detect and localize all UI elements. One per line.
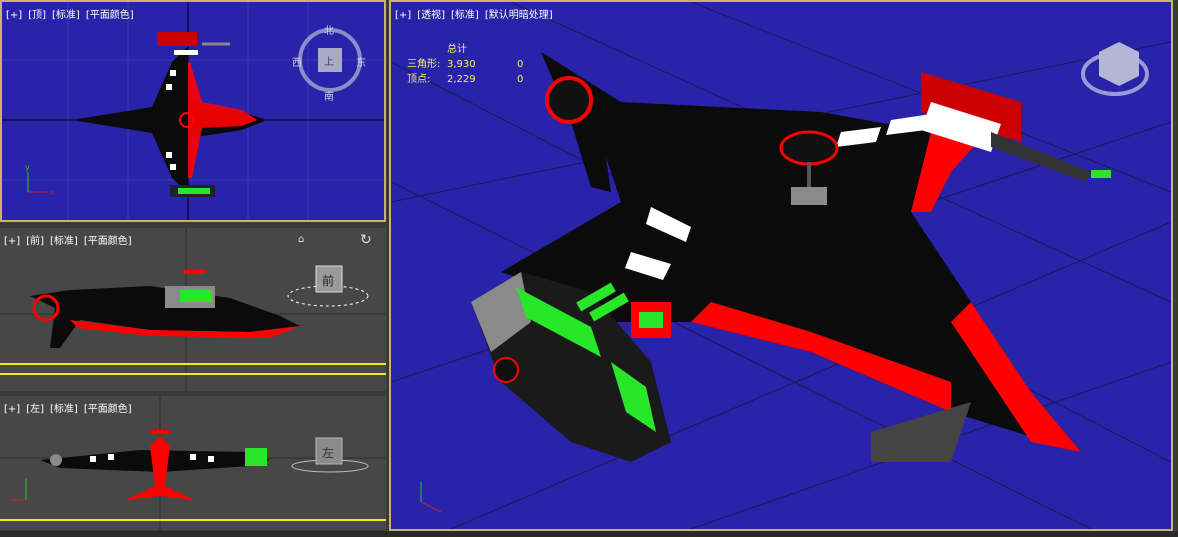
viewport-left[interactable]: [+] [左] [标准] [平面颜色] 左 xyxy=(0,396,386,530)
home-icon[interactable]: ⌂ xyxy=(298,234,304,245)
top-viewport-label[interactable]: [+] [顶] [标准] [平面颜色] xyxy=(6,6,140,21)
perspective-viewport-label[interactable]: [+] [透视] [标准] [默认明暗处理] xyxy=(395,6,559,21)
stats-row-triangles: 三角形: 3,930 0 xyxy=(407,59,524,70)
shading-standard[interactable]: [标准] xyxy=(50,236,78,247)
stats-row-vertices: 顶点: 2,229 0 xyxy=(407,74,524,85)
viewcube-left-face[interactable]: 左 xyxy=(322,444,334,461)
plus-menu[interactable]: [+] xyxy=(4,236,20,247)
left-view-scene xyxy=(0,396,386,530)
stats-header: 总计 xyxy=(447,44,467,55)
svg-text:x: x xyxy=(50,188,55,197)
viewcube-face[interactable]: 上 xyxy=(324,53,334,68)
shading-mode[interactable]: [平面颜色] xyxy=(86,10,134,21)
bottom-divider xyxy=(0,531,1178,537)
view-label[interactable]: [透视] xyxy=(417,10,445,21)
compass-east: 东 xyxy=(356,58,366,69)
ship-perspective-model xyxy=(471,52,1111,462)
left-viewport-label[interactable]: [+] [左] [标准] [平面颜色] xyxy=(4,400,138,415)
compass-west: 西 xyxy=(292,58,302,69)
viewport-top[interactable]: y x [+] [顶] [标准] [平面颜色] 北 南 东 西 上 xyxy=(0,0,386,222)
shading-mode[interactable]: [平面颜色] xyxy=(84,236,132,247)
ship-top-model xyxy=(72,32,267,197)
shading-standard[interactable]: [标准] xyxy=(52,10,80,21)
shading-standard[interactable]: [标准] xyxy=(451,10,479,21)
compass-north: 北 xyxy=(324,26,334,37)
front-view-scene: ⌂ ↻ xyxy=(0,228,386,391)
axis-gizmo-left xyxy=(10,478,27,501)
plus-menu[interactable]: [+] xyxy=(6,10,22,21)
viewcube-front-face[interactable]: 前 xyxy=(322,272,334,289)
axis-gizmo-persp xyxy=(400,482,442,513)
ship-left-model xyxy=(40,430,270,500)
svg-text:y: y xyxy=(25,163,30,172)
ship-front-model xyxy=(30,270,300,348)
view-label[interactable]: [顶] xyxy=(28,10,46,21)
view-label[interactable]: [左] xyxy=(26,404,44,415)
shading-mode[interactable]: [平面颜色] xyxy=(84,404,132,415)
plus-menu[interactable]: [+] xyxy=(395,10,411,21)
viewport-perspective[interactable]: [+] [透视] [标准] [默认明暗处理] 总计 三角形: 3,930 0 顶点: … xyxy=(389,0,1173,531)
orbit-icon[interactable]: ↻ xyxy=(360,232,372,248)
plus-menu[interactable]: [+] xyxy=(4,404,20,415)
compass-south: 南 xyxy=(324,92,334,103)
shading-standard[interactable]: [标准] xyxy=(50,404,78,415)
view-label[interactable]: [前] xyxy=(26,236,44,247)
viewcube-perspective[interactable] xyxy=(1081,42,1149,96)
shading-mode[interactable]: [默认明暗处理] xyxy=(485,10,553,21)
viewport-front[interactable]: ⌂ ↻ [+] [前] [标准] [平面颜色] 前 xyxy=(0,228,386,391)
scene-statistics: 总计 三角形: 3,930 0 顶点: 2,229 0 xyxy=(407,42,523,87)
front-viewport-label[interactable]: [+] [前] [标准] [平面颜色] xyxy=(4,232,138,247)
